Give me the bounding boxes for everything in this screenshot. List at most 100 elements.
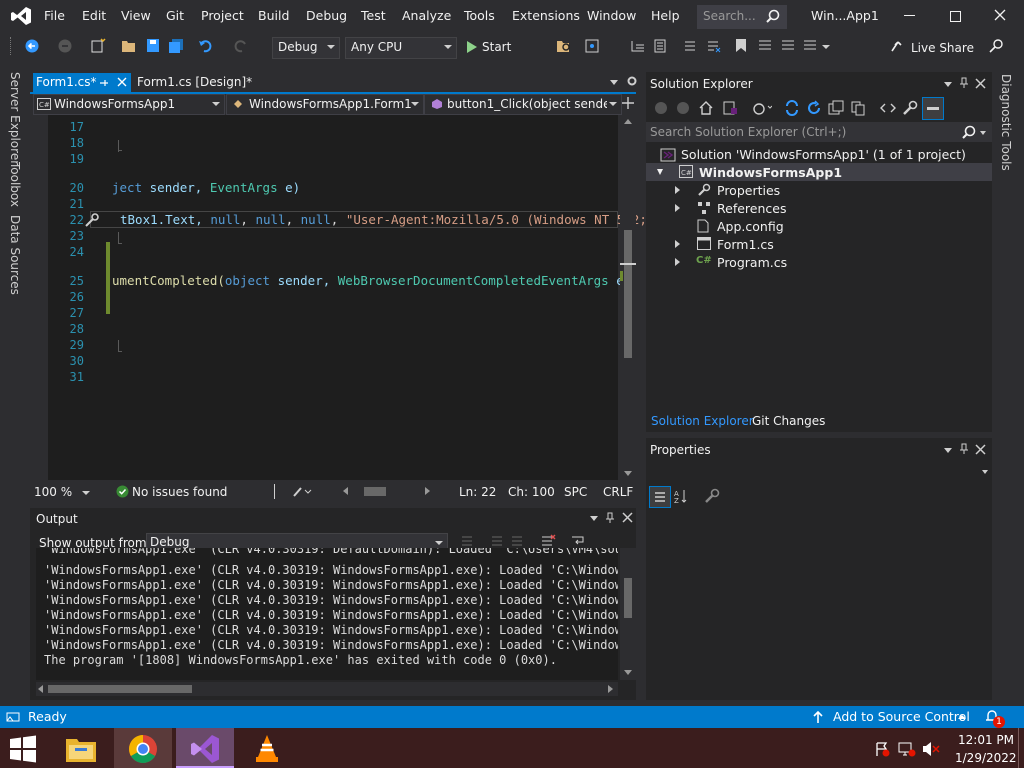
server-explorer-tab[interactable]: Server Explorer: [8, 72, 22, 165]
categorized-button[interactable]: [649, 486, 671, 508]
solution-search-input[interactable]: Search Solution Explorer (Ctrl+;): [646, 122, 992, 142]
panel-close-icon[interactable]: [975, 444, 986, 455]
tree-item-app-config[interactable]: App.config: [717, 219, 784, 234]
prev-bookmark-icon[interactable]: [757, 39, 773, 53]
toolbar-tool-1-icon[interactable]: [630, 39, 646, 53]
browse-icon[interactable]: [585, 39, 601, 53]
preview-selected-button[interactable]: [922, 97, 944, 120]
collapsed-arrow-icon[interactable]: [675, 204, 680, 212]
taskbar-chrome[interactable]: [114, 728, 172, 768]
tab-form1-design[interactable]: Form1.cs [Design]*: [132, 73, 272, 92]
maximize-icon[interactable]: [950, 11, 961, 22]
menu-build[interactable]: Build: [258, 8, 289, 23]
split-editor-icon[interactable]: [621, 96, 635, 110]
show-desktop-button[interactable]: [1018, 728, 1024, 768]
panel-dropdown-icon[interactable]: [590, 516, 598, 521]
sync-icon[interactable]: [784, 100, 800, 116]
config-select[interactable]: Debug: [272, 37, 340, 59]
hscroll-right-icon[interactable]: [425, 487, 430, 495]
back-icon[interactable]: [25, 39, 39, 53]
code-editor[interactable]: [48, 115, 618, 480]
line-indicator[interactable]: Ln: 22: [459, 485, 496, 499]
find-message-icon[interactable]: [460, 534, 474, 548]
tree-item-references[interactable]: References: [717, 201, 786, 216]
forward-icon[interactable]: [58, 39, 72, 53]
live-share-label[interactable]: Live Share: [911, 41, 974, 55]
pin-icon[interactable]: [959, 77, 969, 89]
next-bookmark-icon[interactable]: [780, 39, 796, 53]
panel-close-icon[interactable]: [975, 78, 986, 89]
hscroll-left-icon[interactable]: [343, 487, 348, 495]
uncomment-icon[interactable]: [706, 39, 722, 53]
collapsed-arrow-icon[interactable]: [675, 258, 680, 266]
menu-help[interactable]: Help: [651, 8, 680, 23]
collapsed-arrow-icon[interactable]: [675, 186, 680, 194]
platform-select[interactable]: Any CPU: [345, 37, 457, 59]
close-icon[interactable]: [993, 8, 1007, 22]
prev-message-icon[interactable]: [490, 534, 504, 548]
menu-file[interactable]: File: [44, 8, 65, 23]
collapse-all-icon[interactable]: [828, 100, 844, 116]
properties-wrench-icon[interactable]: [902, 100, 918, 116]
network-icon[interactable]: [898, 741, 916, 757]
windows-start-icon[interactable]: [8, 735, 38, 763]
start-button[interactable]: Start: [464, 37, 524, 57]
char-indicator[interactable]: Ch: 100: [508, 485, 555, 499]
member-nav-select[interactable]: button1_Click(object sender, E: [424, 94, 622, 115]
clear-bookmarks-icon[interactable]: [802, 39, 818, 53]
quick-actions-icon[interactable]: [84, 212, 100, 228]
toolbar-grip[interactable]: [10, 37, 14, 55]
scroll-down-icon[interactable]: [624, 471, 632, 476]
action-center-flag-icon[interactable]: [874, 741, 890, 757]
new-project-icon[interactable]: [90, 38, 106, 54]
vs-logo-icon[interactable]: [10, 6, 32, 26]
next-message-icon[interactable]: [510, 534, 524, 548]
whitespace-indicator[interactable]: SPC: [564, 485, 587, 499]
refresh-icon[interactable]: [806, 100, 822, 116]
hscroll-left-icon[interactable]: [38, 685, 43, 693]
chevron-up-icon[interactable]: [958, 715, 966, 719]
bookmark-icon[interactable]: [735, 38, 747, 53]
taskbar-visual-studio[interactable]: [176, 728, 234, 768]
menu-analyze[interactable]: Analyze: [402, 8, 451, 23]
volume-muted-icon[interactable]: [922, 741, 940, 757]
scroll-up-icon[interactable]: [624, 119, 632, 124]
pin-icon[interactable]: [99, 78, 109, 88]
editor-settings-icon[interactable]: [626, 75, 638, 87]
pin-icon[interactable]: [605, 512, 615, 524]
panel-close-icon[interactable]: [622, 512, 633, 523]
tab-close-icon[interactable]: [117, 77, 127, 87]
menu-view[interactable]: View: [121, 8, 151, 23]
tab-list-dropdown-icon[interactable]: [610, 80, 618, 85]
panel-dropdown-icon[interactable]: [944, 448, 952, 453]
menu-test[interactable]: Test: [361, 8, 386, 23]
expanded-arrow-icon[interactable]: [657, 169, 663, 175]
editor-vscrollbar[interactable]: [620, 115, 636, 480]
output-text-area[interactable]: 'WindowsFormsApp1.exe' (CLR v4.0.30319: …: [36, 548, 618, 680]
object-selector[interactable]: [646, 462, 992, 482]
output-hscroll-thumb[interactable]: [48, 685, 192, 693]
home-icon[interactable]: [698, 100, 714, 116]
view-code-icon[interactable]: [880, 100, 896, 116]
menu-extensions[interactable]: Extensions: [512, 8, 580, 23]
menu-project[interactable]: Project: [201, 8, 244, 23]
back-icon[interactable]: [654, 101, 668, 115]
find-in-files-icon[interactable]: [556, 39, 572, 53]
zoom-level[interactable]: 100 %: [34, 485, 72, 499]
undo-icon[interactable]: [198, 38, 214, 54]
pending-changes-filter-icon[interactable]: [752, 100, 772, 116]
tab-form1-cs[interactable]: Form1.cs*: [33, 73, 131, 92]
diagnostic-tools-tab[interactable]: Diagnostic Tools: [999, 74, 1013, 171]
feedback-icon[interactable]: [988, 38, 1004, 54]
zoom-dropdown-icon[interactable]: [82, 491, 90, 495]
tab-git-changes[interactable]: Git Changes: [752, 414, 825, 428]
clear-all-icon[interactable]: [540, 534, 556, 548]
open-folder-icon[interactable]: [121, 39, 137, 53]
toolbox-tab[interactable]: Toolbox: [8, 162, 22, 207]
switch-views-icon[interactable]: [722, 100, 738, 116]
project-nav-select[interactable]: C# WindowsFormsApp1: [33, 94, 225, 115]
issues-status[interactable]: No issues found: [132, 485, 227, 499]
tree-item-properties[interactable]: Properties: [717, 183, 780, 198]
solution-node[interactable]: Solution 'WindowsFormsApp1' (1 of 1 proj…: [681, 147, 966, 162]
line-ending-indicator[interactable]: CRLF: [603, 485, 633, 499]
